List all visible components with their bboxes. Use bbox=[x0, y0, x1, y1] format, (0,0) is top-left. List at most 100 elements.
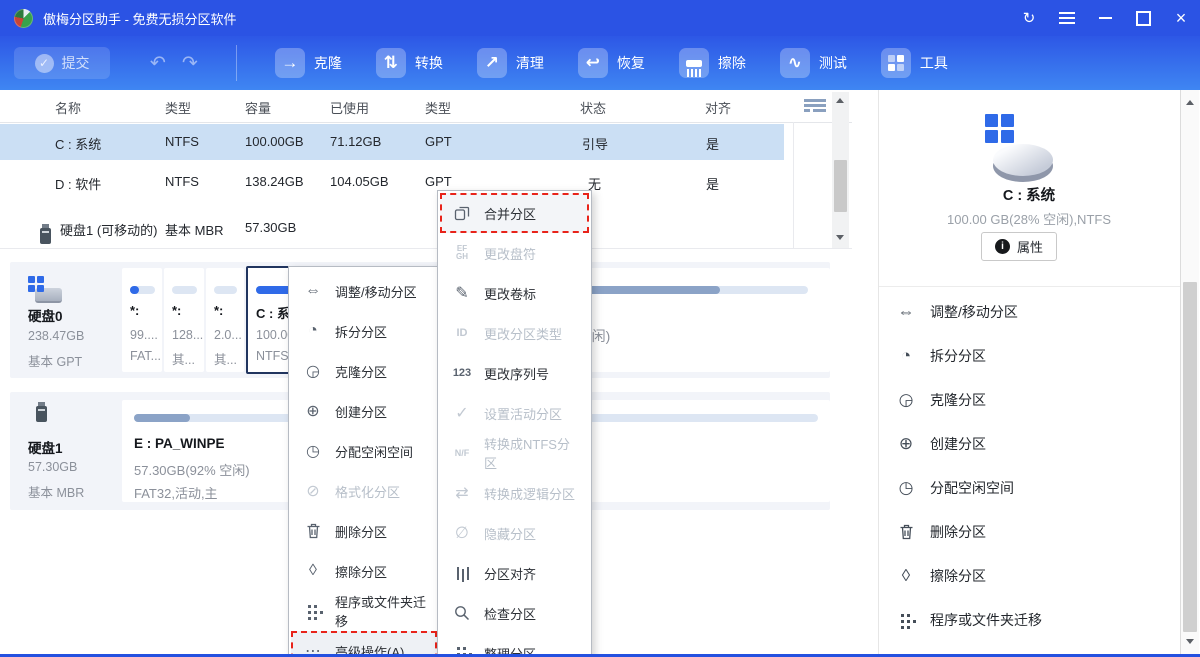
sidebar-item-allocate-free-space[interactable]: ◷ 分配空闲空间 bbox=[895, 466, 1175, 510]
sidebar-item-label: 擦除分区 bbox=[930, 566, 986, 586]
menu-item-label: 检查分区 bbox=[484, 604, 536, 623]
menu-item-wipe[interactable]: ◊ 擦除分区 bbox=[289, 551, 439, 591]
refresh-icon[interactable]: ↻ bbox=[1010, 0, 1048, 36]
partition-label: E : PA_WINPE bbox=[134, 436, 225, 451]
sidebar-item-create[interactable]: ⊕ 创建分区 bbox=[895, 422, 1175, 466]
minimize-button[interactable] bbox=[1086, 0, 1124, 36]
sidebar-item-delete[interactable]: 删除分区 bbox=[895, 510, 1175, 554]
table-row-d[interactable]: D : 软件 NTFS 138.24GB 104.05GB GPT 无 是 bbox=[0, 164, 784, 200]
submit-button[interactable]: ✓ 提交 bbox=[14, 47, 110, 79]
toolbar-convert-button[interactable]: ⇅ 转换 bbox=[376, 48, 443, 78]
partition-align-icon bbox=[451, 567, 473, 580]
resize-move-icon: ⇔ bbox=[895, 302, 917, 322]
maximize-button[interactable] bbox=[1124, 0, 1162, 36]
submenu-item-align[interactable]: 分区对齐 bbox=[438, 553, 591, 593]
toolbar-clone-button[interactable]: → 克隆 bbox=[275, 48, 342, 78]
table-scrollbar-thumb[interactable] bbox=[834, 160, 847, 212]
close-button[interactable]: × bbox=[1162, 0, 1200, 36]
toolbar-recover-button[interactable]: ↩ 恢复 bbox=[578, 48, 645, 78]
col-scheme[interactable]: 类型 bbox=[425, 98, 451, 117]
scroll-up-icon[interactable] bbox=[836, 98, 844, 103]
table-row-c[interactable]: C : 系统 NTFS 100.00GB 71.12GB GPT 引导 是 bbox=[0, 124, 784, 160]
menu-item-label: 更改分区类型 bbox=[484, 324, 562, 343]
menu-item-label: 删除分区 bbox=[335, 522, 387, 541]
partition-label: *: bbox=[214, 303, 223, 318]
toolbar-wipe-button[interactable]: 擦除 bbox=[679, 48, 746, 78]
cell-aligned: 是 bbox=[706, 134, 719, 153]
partition-label: *: bbox=[172, 303, 181, 318]
submenu-item-change-label[interactable]: ✎ 更改卷标 bbox=[438, 273, 591, 313]
toolbar-clone-label: 克隆 bbox=[314, 53, 342, 73]
clock-icon: ◷ bbox=[895, 478, 917, 498]
table-header: 名称 类型 容量 已使用 类型 状态 对齐 bbox=[0, 90, 852, 123]
sidebar-item-app-mover[interactable]: 程序或文件夹迁移 bbox=[895, 598, 1175, 642]
col-fs[interactable]: 类型 bbox=[165, 98, 191, 117]
undo-icon[interactable]: ↶ bbox=[150, 52, 166, 75]
create-partition-icon: ⊕ bbox=[302, 401, 324, 421]
menu-item-create[interactable]: ⊕ 创建分区 bbox=[289, 391, 439, 431]
toolbar-tools-button[interactable]: 工具 bbox=[881, 48, 948, 78]
redo-icon[interactable]: ↷ bbox=[182, 52, 198, 75]
sidebar-item-label: 程序或文件夹迁移 bbox=[930, 610, 1042, 630]
menu-item-label: 合并分区 bbox=[484, 204, 536, 223]
col-used[interactable]: 已使用 bbox=[330, 98, 369, 117]
format-partition-icon: ⊘ bbox=[302, 481, 324, 501]
menu-item-app-mover[interactable]: 程序或文件夹迁移 bbox=[289, 591, 439, 631]
table-row-disk1[interactable]: 硬盘1 (可移动的) 基本 MBR 57.30GB bbox=[0, 210, 784, 246]
scroll-down-icon[interactable] bbox=[836, 235, 844, 240]
sidebar-item-split[interactable]: ◔ 拆分分区 bbox=[895, 334, 1175, 378]
waveform-icon: ∿ bbox=[780, 48, 810, 78]
submenu-item-hide: ∅ 隐藏分区 bbox=[438, 513, 591, 553]
recover-icon: ↩ bbox=[578, 48, 608, 78]
col-status[interactable]: 状态 bbox=[580, 98, 606, 117]
submenu-item-merge[interactable]: 合并分区 bbox=[440, 193, 589, 233]
submenu-item-change-serial[interactable]: 123 更改序列号 bbox=[438, 353, 591, 393]
merge-partition-icon bbox=[451, 205, 473, 221]
sidebar-item-clone[interactable]: ◶ 克隆分区 bbox=[895, 378, 1175, 422]
sidebar-item-label: 分配空闲空间 bbox=[930, 478, 1014, 498]
col-name[interactable]: 名称 bbox=[55, 98, 81, 117]
partition-type-id-icon: ID bbox=[451, 327, 473, 339]
col-capacity[interactable]: 容量 bbox=[245, 98, 271, 117]
context-menu: ⇔ 调整/移动分区 ◔ 拆分分区 ◶ 克隆分区 ⊕ 创建分区 ◷ 分配空闲空间 … bbox=[288, 266, 440, 657]
menu-item-allocate-free-space[interactable]: ◷ 分配空闲空间 bbox=[289, 431, 439, 471]
sidebar-item-wipe[interactable]: ◊ 擦除分区 bbox=[895, 554, 1175, 598]
scroll-down-icon[interactable] bbox=[1186, 639, 1194, 644]
partition-fs: FAT32,活动,主 bbox=[134, 483, 218, 502]
create-partition-icon: ⊕ bbox=[895, 434, 917, 454]
list-view-icon[interactable] bbox=[804, 99, 826, 113]
selected-partition-title: C : 系统 bbox=[879, 184, 1179, 205]
cell-fs: NTFS bbox=[165, 134, 199, 149]
menu-item-label: 更改盘符 bbox=[484, 244, 536, 263]
menu-item-split[interactable]: ◔ 拆分分区 bbox=[289, 311, 439, 351]
disk1-name: 硬盘1 bbox=[28, 437, 63, 457]
cell-used: 104.05GB bbox=[330, 174, 389, 189]
properties-button[interactable]: i 属性 bbox=[981, 232, 1057, 261]
menu-item-resize-move[interactable]: ⇔ 调整/移动分区 bbox=[289, 271, 439, 311]
toolbar-test-button[interactable]: ∿ 测试 bbox=[780, 48, 847, 78]
sidebar-scrollbar[interactable] bbox=[1180, 90, 1199, 654]
scroll-up-icon[interactable] bbox=[1186, 100, 1194, 105]
cell-scheme: GPT bbox=[425, 174, 452, 189]
sidebar-item-label: 克隆分区 bbox=[930, 390, 986, 410]
sidebar-scrollbar-thumb[interactable] bbox=[1183, 282, 1197, 632]
trash-icon bbox=[895, 524, 917, 540]
clone-partition-icon: ◶ bbox=[895, 390, 917, 410]
submenu-item-set-active: ✓ 设置活动分区 bbox=[438, 393, 591, 433]
table-scrollbar[interactable] bbox=[832, 92, 849, 248]
toolbar-clean-button[interactable]: ↗ 清理 bbox=[477, 48, 544, 78]
submenu-item-convert-logical: ⇄ 转换成逻辑分区 bbox=[438, 473, 591, 513]
clone-partition-icon: ◶ bbox=[302, 361, 324, 381]
sidebar-item-resize-move[interactable]: ⇔ 调整/移动分区 bbox=[895, 290, 1175, 334]
drive-letter-icon: EF GH bbox=[451, 245, 473, 261]
menu-item-delete[interactable]: 删除分区 bbox=[289, 511, 439, 551]
table-bottom-divider bbox=[0, 248, 852, 249]
menu-item-clone[interactable]: ◶ 克隆分区 bbox=[289, 351, 439, 391]
menu-icon[interactable] bbox=[1048, 0, 1086, 36]
toolbar-divider bbox=[236, 45, 237, 81]
window-title: 傲梅分区助手 - 免费无损分区软件 bbox=[43, 9, 237, 28]
col-aligned[interactable]: 对齐 bbox=[705, 98, 731, 117]
sidebar-item-label: 调整/移动分区 bbox=[930, 302, 1018, 322]
menu-item-label: 转换成NTFS分区 bbox=[484, 434, 581, 472]
submenu-item-check[interactable]: 检查分区 bbox=[438, 593, 591, 633]
